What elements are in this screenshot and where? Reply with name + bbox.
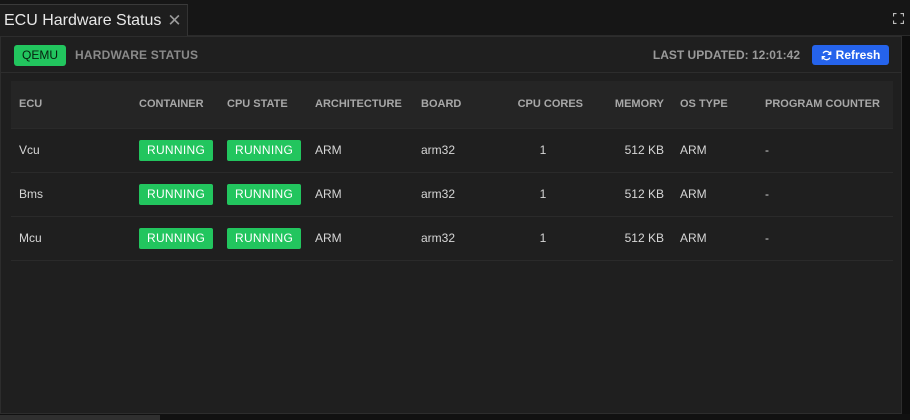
tab-ecu-hardware-status[interactable]: ECU Hardware Status ✕ <box>0 4 188 36</box>
board-cell: arm32 <box>413 127 495 173</box>
hardware-status-panel: QEMU HARDWARE STATUS LAST UPDATED: 12:01… <box>0 36 902 414</box>
architecture-cell: ARM <box>307 172 413 217</box>
program-counter-cell: - <box>757 216 893 261</box>
container-status-badge: RUNNING <box>139 183 214 205</box>
scrollbar-thumb[interactable] <box>0 415 160 420</box>
column-header-architecture[interactable]: ARCHITECTURE <box>307 81 413 128</box>
cpu-state-cell: RUNNING <box>219 172 307 217</box>
column-header-program-counter[interactable]: PROGRAM COUNTER <box>757 81 893 128</box>
os-type-cell: ARM <box>672 216 757 261</box>
close-icon[interactable]: ✕ <box>167 12 181 29</box>
qemu-badge: QEMU <box>14 45 66 66</box>
cpu-state-badge: RUNNING <box>227 139 302 161</box>
container-status-badge: RUNNING <box>139 139 214 161</box>
table-row[interactable]: Bms RUNNING RUNNING ARM arm32 1 512 KB A… <box>11 172 893 217</box>
column-header-cpu-cores[interactable]: CPU CORES <box>495 81 591 128</box>
cpu-state-cell: RUNNING <box>219 127 307 173</box>
ecu-name: Vcu <box>11 127 131 173</box>
last-updated-label: LAST UPDATED: 12:01:42 <box>652 48 800 62</box>
horizontal-scrollbar[interactable] <box>0 414 910 420</box>
column-header-ecu[interactable]: ECU <box>11 81 131 128</box>
os-type-cell: ARM <box>672 127 757 173</box>
column-header-os-type[interactable]: OS TYPE <box>672 81 757 128</box>
column-header-memory[interactable]: MEMORY <box>591 81 672 128</box>
refresh-button[interactable]: Refresh <box>812 45 889 65</box>
cpu-cores-cell: 1 <box>495 172 591 217</box>
cpu-cores-cell: 1 <box>495 216 591 261</box>
tab-title: ECU Hardware Status <box>4 11 162 29</box>
panel-header: QEMU HARDWARE STATUS LAST UPDATED: 12:01… <box>1 37 901 73</box>
memory-cell: 512 KB <box>591 127 672 173</box>
panel-title: HARDWARE STATUS <box>75 48 199 62</box>
os-type-cell: ARM <box>672 172 757 217</box>
container-status-badge: RUNNING <box>139 227 214 249</box>
cpu-cores-cell: 1 <box>495 127 591 173</box>
ecu-name: Mcu <box>11 216 131 261</box>
architecture-cell: ARM <box>307 127 413 173</box>
cpu-state-badge: RUNNING <box>227 227 302 249</box>
table-header-row: ECU CONTAINER CPU STATE ARCHITECTURE BOA… <box>11 81 893 128</box>
hardware-status-table: ECU CONTAINER CPU STATE ARCHITECTURE BOA… <box>11 81 893 261</box>
table-row[interactable]: Vcu RUNNING RUNNING ARM arm32 1 512 KB A… <box>11 127 893 173</box>
maximize-icon[interactable] <box>893 13 904 24</box>
container-cell: RUNNING <box>131 216 219 261</box>
board-cell: arm32 <box>413 172 495 217</box>
container-cell: RUNNING <box>131 172 219 217</box>
tab-bar: ECU Hardware Status ✕ <box>0 0 910 36</box>
table-row[interactable]: Mcu RUNNING RUNNING ARM arm32 1 512 KB A… <box>11 216 893 261</box>
memory-cell: 512 KB <box>591 172 672 217</box>
column-header-cpu-state[interactable]: CPU STATE <box>219 81 307 128</box>
program-counter-cell: - <box>757 172 893 217</box>
cpu-state-cell: RUNNING <box>219 216 307 261</box>
architecture-cell: ARM <box>307 216 413 261</box>
board-cell: arm32 <box>413 216 495 261</box>
refresh-icon <box>821 50 832 60</box>
program-counter-cell: - <box>757 127 893 173</box>
column-header-board[interactable]: BOARD <box>413 81 495 128</box>
hardware-table-container: ECU CONTAINER CPU STATE ARCHITECTURE BOA… <box>11 81 893 261</box>
memory-cell: 512 KB <box>591 216 672 261</box>
refresh-button-label: Refresh <box>835 48 881 62</box>
ecu-name: Bms <box>11 172 131 217</box>
cpu-state-badge: RUNNING <box>227 183 302 205</box>
container-cell: RUNNING <box>131 127 219 173</box>
column-header-container[interactable]: CONTAINER <box>131 81 219 128</box>
